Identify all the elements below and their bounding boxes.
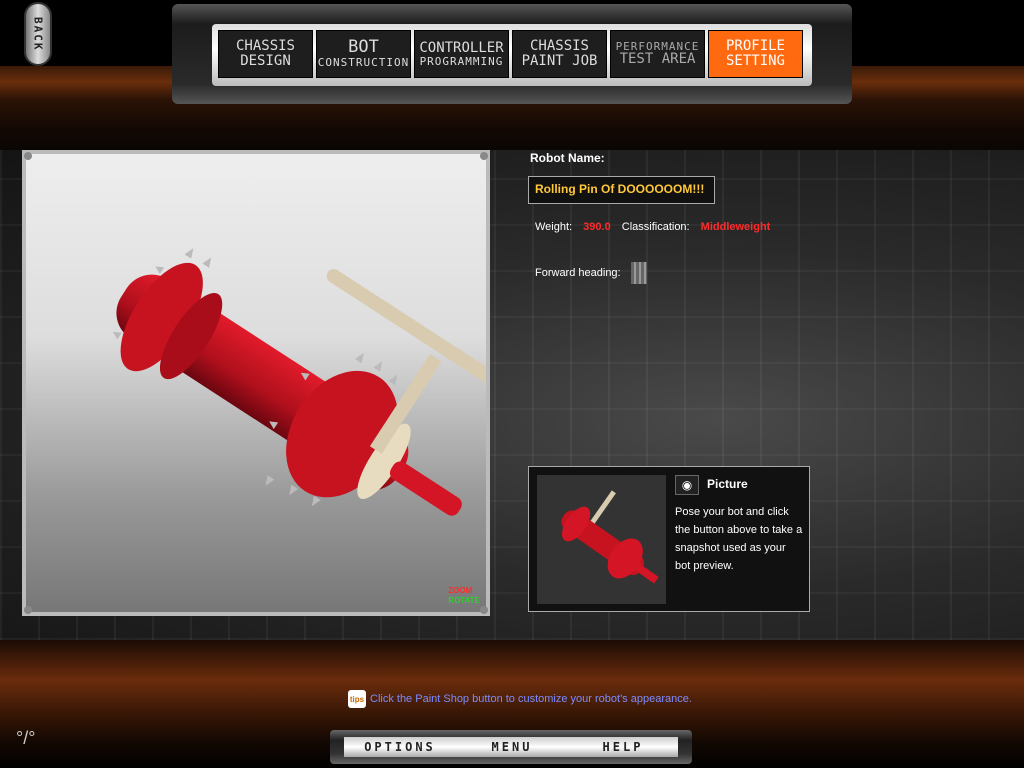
tab-chassis-paint-job[interactable]: CHASSIS PAINT JOB (512, 30, 607, 78)
robot-stats: Weight: 390.0 Classification: Middleweig… (535, 221, 778, 233)
top-nav-strip: CHASSIS DESIGN BOT CONSTRUCTION CONTROLL… (212, 24, 812, 86)
zoom-rotate-legend: ZOOM ROTATE (448, 586, 480, 606)
menu-button[interactable]: MENU (462, 737, 562, 757)
robot-model-render (112, 248, 486, 516)
classification-label: Classification: (621, 221, 690, 233)
tab-label-line1: CHASSIS (235, 38, 295, 55)
robot-3d-viewport[interactable]: ZOOM ROTATE (22, 150, 490, 616)
back-button[interactable]: BACK (24, 2, 52, 66)
robot-name-input[interactable]: Rolling Pin Of DOOOOOOM!!! (528, 176, 715, 204)
weight-value: 390.0 (583, 221, 611, 233)
tab-label-line2: PAINT JOB (521, 53, 598, 69)
forward-heading-label: Forward heading: (535, 267, 621, 279)
picture-panel: ◉ Picture Pose your bot and click the bu… (528, 466, 810, 612)
zoom-label: ZOOM (448, 586, 473, 595)
options-button[interactable]: OPTIONS (344, 737, 456, 757)
tab-label-line1: PROFILE (725, 38, 785, 55)
tab-performance-test-area[interactable]: PERFORMANCE TEST AREA (610, 30, 705, 78)
classification-value: Middleweight (700, 221, 771, 233)
forward-heading-row: Forward heading: (535, 262, 647, 284)
camera-icon[interactable]: ◉ (675, 475, 699, 495)
tab-profile-setting[interactable]: PROFILE SETTING (708, 30, 803, 78)
tab-bot-construction[interactable]: BOT CONSTRUCTION (316, 30, 411, 78)
tab-label-line1: CONTROLLER (419, 39, 504, 56)
tab-label-line2: TEST AREA (619, 51, 696, 68)
top-nav: CHASSIS DESIGN BOT CONSTRUCTION CONTROLL… (172, 4, 852, 104)
robot-name-label: Robot Name: (530, 151, 605, 165)
tab-chassis-design[interactable]: CHASSIS DESIGN (218, 30, 313, 78)
back-button-label: BACK (31, 16, 45, 52)
robot-preview-thumbnail (537, 475, 666, 604)
tip-bar: tips Click the Paint Shop button to cust… (348, 690, 692, 708)
tab-label-line2: SETTING (725, 53, 785, 69)
weight-label: Weight: (535, 221, 573, 233)
forward-heading-dial[interactable] (630, 262, 647, 284)
tab-label-line2: DESIGN (240, 53, 291, 69)
tab-label-line2: CONSTRUCTION (317, 56, 410, 70)
tip-text: Click the Paint Shop button to customize… (370, 693, 692, 705)
picture-description: Pose your bot and click the button above… (675, 506, 803, 572)
robot-thumbnail-render (561, 490, 659, 584)
picture-title: Picture (707, 477, 748, 491)
logo-glyph: °/° (16, 728, 36, 748)
bottom-menu-strip: OPTIONS MENU HELP (344, 737, 678, 757)
tab-controller-programming[interactable]: CONTROLLER PROGRAMMING (414, 30, 509, 78)
rotate-label: ROTATE (448, 596, 480, 605)
tab-label-line1: CHASSIS (529, 38, 589, 55)
bottom-menu: OPTIONS MENU HELP (330, 730, 692, 764)
tab-label-line1: BOT (348, 37, 379, 58)
tab-label-line2: PROGRAMMING (419, 54, 504, 68)
help-button[interactable]: HELP (568, 737, 678, 757)
tips-icon: tips (348, 690, 366, 708)
